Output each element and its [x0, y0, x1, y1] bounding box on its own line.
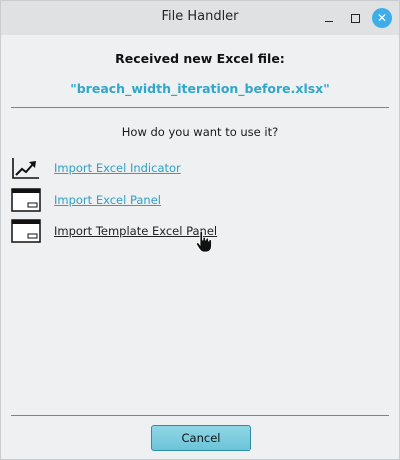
option-import-excel-indicator[interactable]: Import Excel Indicator	[11, 155, 271, 181]
window-panel-icon	[11, 219, 41, 243]
close-icon: ✕	[376, 11, 388, 25]
dialog-heading: Received new Excel file:	[115, 51, 285, 66]
window-title: File Handler	[161, 9, 239, 24]
hand-cursor-icon	[195, 230, 212, 253]
file-name: "breach_width_iteration_before.xlsx"	[70, 81, 330, 96]
option-label[interactable]: Import Excel Indicator	[54, 161, 181, 175]
maximize-icon	[350, 13, 360, 23]
trend-chart-icon	[12, 158, 39, 179]
title-bar[interactable]: File Handler ✕	[1, 1, 399, 35]
close-button[interactable]: ✕	[372, 8, 392, 28]
window-panel-icon	[11, 188, 41, 212]
option-import-excel-panel[interactable]: Import Excel Panel	[11, 187, 271, 213]
maximize-button[interactable]	[345, 8, 365, 28]
option-import-template-excel-panel[interactable]: Import Template Excel Panel	[11, 218, 271, 244]
minimize-icon	[325, 20, 333, 22]
question-text: How do you want to use it?	[121, 125, 279, 139]
bottom-divider	[11, 415, 389, 416]
option-label[interactable]: Import Excel Panel	[54, 193, 161, 207]
file-handler-window: File Handler ✕ Received new Excel file: …	[0, 0, 400, 460]
cancel-button[interactable]: Cancel	[151, 425, 251, 451]
minimize-button[interactable]	[319, 8, 339, 28]
top-divider	[11, 107, 389, 108]
option-label[interactable]: Import Template Excel Panel	[54, 224, 217, 238]
